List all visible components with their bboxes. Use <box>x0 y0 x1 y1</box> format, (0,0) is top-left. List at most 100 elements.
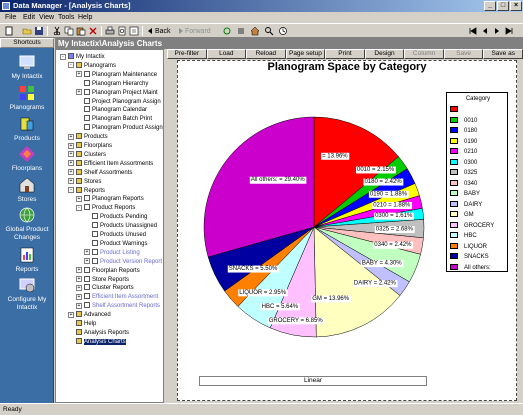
tree-expander[interactable]: + <box>76 302 82 309</box>
tree-expander[interactable]: + <box>76 293 82 300</box>
preview-icon[interactable] <box>117 26 127 36</box>
tree-expander[interactable]: + <box>76 267 82 274</box>
new-document-icon[interactable] <box>4 26 14 36</box>
tree-item[interactable]: Efficient Item Assortments <box>76 159 153 167</box>
shortcut-my-intactix[interactable]: My Intactix <box>0 53 54 81</box>
refresh-icon[interactable] <box>222 26 232 36</box>
previous-page-icon[interactable] <box>480 26 490 36</box>
tree-item[interactable]: Stores <box>76 177 101 185</box>
tree-item[interactable]: Cluster Reports <box>84 284 134 291</box>
tree-item[interactable]: Products <box>76 133 108 140</box>
tab-button-print[interactable]: Print <box>325 49 365 59</box>
tree-item[interactable]: Planogram Reports <box>84 195 144 202</box>
tree-item[interactable]: Product Listing <box>92 248 140 256</box>
tree-expander[interactable]: - <box>60 53 66 60</box>
tree-item[interactable]: Planograms <box>76 61 116 69</box>
menu-view[interactable]: View <box>39 13 54 22</box>
tab-button-pre-filter[interactable]: Pre-filter <box>167 49 207 59</box>
shortcut-global-product-changes[interactable]: Global Product Changes <box>0 206 54 242</box>
shortcut-planograms[interactable]: Planograms <box>0 84 54 112</box>
forward-button[interactable]: Forward <box>185 27 211 36</box>
maximize-button[interactable]: □ <box>497 1 509 11</box>
delete-icon[interactable] <box>88 26 98 36</box>
shortcut-stores[interactable]: Stores <box>0 176 54 204</box>
back-button[interactable]: Back <box>155 27 171 36</box>
back-arrow-icon[interactable] <box>145 26 155 36</box>
tree-item[interactable]: Planogram Calendar <box>84 106 147 113</box>
print-icon[interactable] <box>105 26 115 36</box>
menu-edit[interactable]: Edit <box>23 13 35 22</box>
tree-expander[interactable]: + <box>68 160 74 167</box>
search-icon[interactable] <box>264 26 274 36</box>
tree-expander[interactable]: - <box>68 187 74 193</box>
tree-item[interactable]: Product Version Report <box>92 257 162 265</box>
properties-icon[interactable] <box>129 26 139 36</box>
tree-item[interactable]: Product Reports <box>84 204 135 211</box>
tree-expander[interactable]: + <box>84 249 90 256</box>
tree-item[interactable]: Reports <box>76 186 105 194</box>
tab-button-page-setup[interactable]: Page setup <box>285 49 326 59</box>
tree-item[interactable]: Shelf Assortments <box>76 168 132 176</box>
tree-expander[interactable]: - <box>68 62 74 69</box>
tab-button-save[interactable]: Save <box>443 49 484 59</box>
next-page-icon[interactable] <box>492 26 502 36</box>
close-button[interactable]: × <box>510 1 522 11</box>
tree-expander[interactable]: + <box>76 195 82 202</box>
tree-item[interactable]: Analysis Charts <box>76 337 126 345</box>
tree-item[interactable]: Planogram Maintenance <box>84 70 157 78</box>
tree-item[interactable]: Products Pending <box>92 213 147 220</box>
tree-expander[interactable]: - <box>76 204 82 211</box>
tree-expander[interactable]: + <box>76 276 82 282</box>
tree-item[interactable]: Products Unassigned <box>92 222 157 229</box>
tree-item[interactable]: Analysis Reports <box>76 328 129 336</box>
open-folder-icon[interactable] <box>22 26 32 36</box>
tree-item[interactable]: Clusters <box>76 150 106 158</box>
scale-selector[interactable]: Linear <box>199 376 427 386</box>
tree-item[interactable]: Planogram Project Maint <box>84 88 158 96</box>
stop-icon[interactable] <box>236 26 246 36</box>
tree-item[interactable]: Help <box>76 320 96 327</box>
tree-item[interactable]: Floorplan Reports <box>84 266 140 274</box>
menu-file[interactable]: File <box>5 13 16 22</box>
tree-expander[interactable]: + <box>68 178 74 185</box>
tree-item[interactable]: Planogram Batch Print <box>84 115 152 122</box>
tree-item[interactable]: Store Reports <box>84 275 129 283</box>
tab-button-load[interactable]: Load <box>206 49 247 59</box>
tree-expander[interactable]: + <box>68 133 74 140</box>
tab-button-design[interactable]: Design <box>364 49 405 59</box>
last-page-icon[interactable] <box>504 26 514 36</box>
shortcut-products[interactable]: Products <box>0 115 54 143</box>
tree-item[interactable]: Product Warnings <box>92 239 147 247</box>
tree-expander[interactable]: + <box>68 311 74 318</box>
minimize-button[interactable]: _ <box>484 1 496 11</box>
shortcut-configure[interactable]: Configure My Intactix <box>0 276 54 312</box>
first-page-icon[interactable] <box>468 26 478 36</box>
tree-item[interactable]: My Intactix <box>68 53 105 60</box>
tree-item[interactable]: Planogram Hierarchy <box>84 79 148 87</box>
tab-button-reload[interactable]: Reload <box>246 49 286 59</box>
tab-button-save-as[interactable]: Save as <box>483 49 523 59</box>
tree-item[interactable]: Planogram Product Assign <box>84 124 163 131</box>
tree-expander[interactable]: + <box>76 284 82 291</box>
shortcut-reports[interactable]: Reports <box>0 246 54 274</box>
tree-item[interactable]: Products Unused <box>92 231 146 238</box>
tree-item[interactable]: Shelf Assortment Reports <box>84 302 160 309</box>
history-icon[interactable] <box>278 26 288 36</box>
tree-item[interactable]: Efficient Item Assortment <box>84 293 158 300</box>
tree-expander[interactable]: + <box>68 169 74 176</box>
tree-expander[interactable]: + <box>76 89 82 96</box>
shortcut-floorplans[interactable]: Floorplans <box>0 145 54 173</box>
tree-expander[interactable]: + <box>68 142 74 149</box>
tree-expander[interactable]: + <box>68 151 74 158</box>
cut-icon[interactable] <box>52 26 62 36</box>
tree-item[interactable]: Project Planogram Assign <box>84 97 161 105</box>
tree-item[interactable]: Floorplans <box>76 142 112 149</box>
menu-tools[interactable]: Tools <box>58 13 74 22</box>
home-icon[interactable] <box>250 26 260 36</box>
paste-icon[interactable] <box>76 26 86 36</box>
menu-help[interactable]: Help <box>78 13 92 22</box>
tree-expander[interactable]: + <box>84 258 90 265</box>
save-disk-icon[interactable] <box>34 26 44 36</box>
tab-button-column[interactable]: Column <box>404 49 444 59</box>
copy-icon[interactable] <box>64 26 74 36</box>
